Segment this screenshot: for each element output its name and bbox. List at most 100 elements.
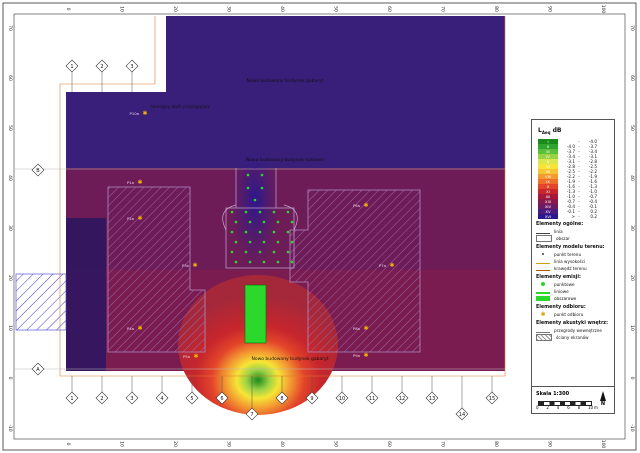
y-tick-label: 70 [629, 25, 635, 31]
receptor-star-icon: ✱ [363, 202, 368, 209]
legend-item-screens: ściany ekranów [536, 334, 614, 342]
point-source [290, 240, 294, 244]
axis-marker-label: 11 [369, 396, 375, 402]
x-tick-label: 50 [333, 6, 339, 12]
x-tick-label: 100 [600, 5, 606, 14]
point-source [260, 173, 264, 177]
legend-bins: I - -4.0 II -4.0- -3.7 III -3.7- -3.4 IV -3.4- -3.1… [532, 139, 614, 220]
north-label: N [600, 401, 606, 407]
x-tick-label: 70 [440, 441, 446, 447]
axis-marker-label: 12 [399, 396, 405, 402]
y-tick-label: 0 [629, 377, 635, 380]
receptor-star-icon: ✱ [192, 262, 197, 269]
point-source [230, 230, 234, 234]
point-source [272, 230, 276, 234]
y-tick-label: 60 [629, 75, 635, 81]
north-arrow-icon [600, 391, 606, 401]
receptor-star-icon: ✱ [142, 110, 147, 117]
receptor-star-icon: ✱ [363, 352, 368, 359]
point-source [286, 250, 290, 254]
point-source [230, 210, 234, 214]
legend-item-line-source: liniowe [536, 288, 614, 295]
point-source [272, 210, 276, 214]
point-source [290, 260, 294, 264]
point-source [286, 230, 290, 234]
label-boiler: Nowo budowany budynek kotłowni [246, 157, 324, 163]
receptor-star-icon: ✱ [137, 325, 142, 332]
axis-marker-label: 13 [429, 396, 435, 402]
point-source [244, 210, 248, 214]
point-source [234, 240, 238, 244]
point-source [234, 220, 238, 224]
axis-marker-label: 15 [489, 396, 495, 402]
legend-item-inner-walls: przegrody wewnętrzne [536, 327, 614, 334]
legend-panel: LAeq dB I - -4.0 II -4.0- -3.7 III -3.7- -3.4 IV -… [531, 119, 615, 414]
point-source [248, 260, 252, 264]
point-source [234, 260, 238, 264]
point-source [248, 220, 252, 224]
axis-marker-label: 2 [100, 64, 103, 70]
x-tick-label: 10 [119, 441, 125, 447]
north-arrow: N [598, 391, 608, 411]
hatched-zone-left-blue [15, 273, 67, 331]
point-source [258, 230, 262, 234]
axis-marker-label: 3 [130, 64, 133, 70]
axis-marker-label: 1 [70, 64, 73, 70]
receptor-label: P2a [127, 216, 134, 221]
scale-tick: 10 [588, 405, 594, 410]
receptor-star-icon: ✱ [363, 325, 368, 332]
y-tick-label: 30 [7, 225, 13, 231]
receptor-star-icon: ✱ [137, 179, 142, 186]
legend-section-emission: Elementy emisji: [536, 275, 581, 281]
y-tick-label: 50 [629, 125, 635, 131]
legend-item-point-source: punktowe [536, 281, 614, 288]
receptor-label: P7a [379, 263, 386, 268]
x-tick-label: 10 [119, 6, 125, 12]
receptor-label: P1a [127, 180, 134, 185]
label-building-top: Nowo budowany budynek gabaryt [246, 78, 323, 84]
point-source [258, 250, 262, 254]
y-tick-label: -10 [629, 424, 635, 431]
receptor-label: P5a [183, 354, 190, 359]
scale-ticks: 0 2 4 6 8 10 [536, 405, 596, 411]
receptor-label: P9a [353, 353, 360, 358]
axis-marker-label: 4 [160, 396, 163, 402]
x-tick-label: 20 [172, 441, 178, 447]
x-tick-label: 60 [386, 441, 392, 447]
axis-marker-label: 3 [130, 396, 133, 402]
y-tick-label: 20 [7, 275, 13, 281]
point-source [262, 260, 266, 264]
receptor-star-icon: ✱ [193, 353, 198, 360]
legend-item-height-line: linia wysokości [536, 258, 614, 265]
receptor-label: P8a [353, 326, 360, 331]
axis-marker-label: 2 [100, 396, 103, 402]
scale-tick: 2 [546, 405, 549, 410]
point-source [246, 173, 250, 177]
legend-section-terrain: Elementy modelu terenu: [536, 245, 605, 251]
legend-item-receiver: ✱ punkt odbioru [540, 311, 584, 319]
legend-item-line: linia [536, 228, 614, 235]
point-source [272, 250, 276, 254]
point-source [244, 230, 248, 234]
point-source [253, 198, 257, 202]
receptor-label: P4a [127, 326, 134, 331]
x-tick-label: 60 [386, 6, 392, 12]
point-source [260, 186, 264, 190]
scale-tick: 8 [577, 405, 581, 410]
axis-marker-label: 9 [310, 396, 313, 402]
legend-item-terrain-point: punkt terenu [536, 251, 614, 258]
legend-bin-from: > [571, 214, 575, 220]
scale-tick: 0 [536, 405, 539, 410]
legend-bin: XVI > -0.2 [538, 214, 614, 220]
x-tick-label: 70 [440, 6, 446, 12]
x-tick-label: 0 [65, 443, 71, 446]
area-source-green [244, 284, 267, 344]
point-source [262, 220, 266, 224]
y-tick-label: 30 [629, 225, 635, 231]
x-tick-label: 80 [493, 441, 499, 447]
y-tick-label: 40 [7, 175, 13, 181]
point-source [276, 240, 280, 244]
point-source [244, 250, 248, 254]
y-tick-label: 10 [629, 325, 635, 331]
scale-tick: 4 [556, 405, 560, 410]
